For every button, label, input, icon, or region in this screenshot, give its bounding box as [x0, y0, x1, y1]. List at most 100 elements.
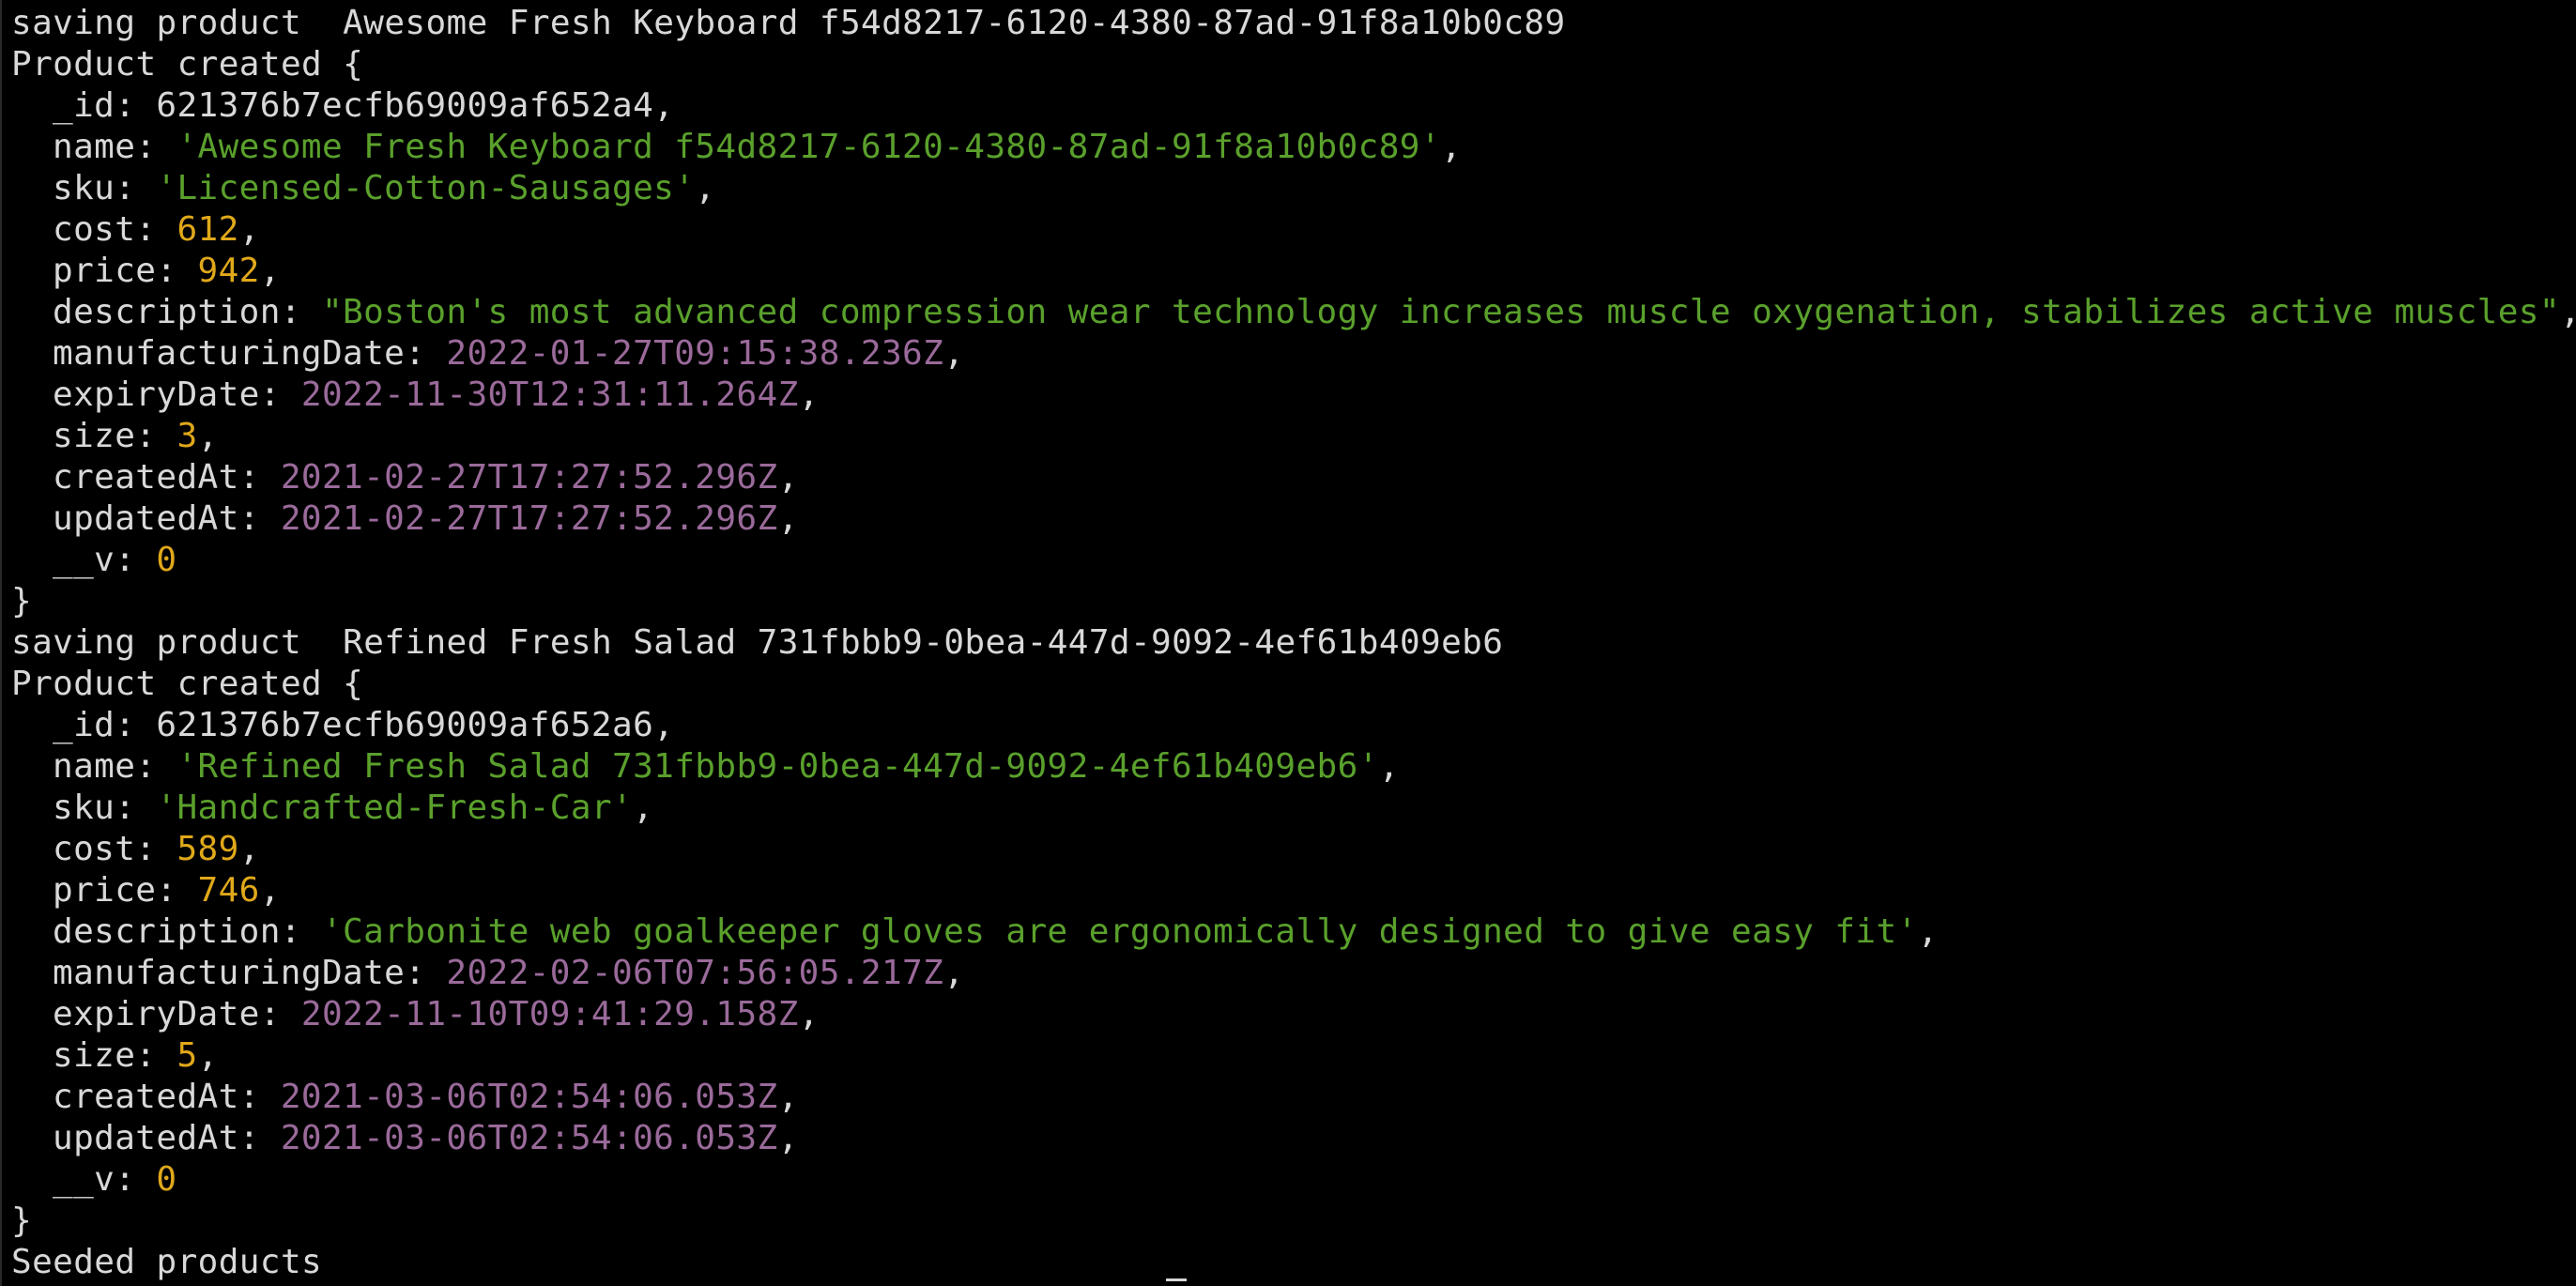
field-key: cost:	[53, 210, 177, 249]
field-value: 5	[176, 1036, 198, 1075]
terminal-line: cost: 589,	[11, 829, 2576, 870]
field-value: "Boston's most advanced compression wear…	[321, 293, 2560, 331]
terminal-line: }	[11, 1201, 2576, 1242]
terminal-line: _id: 621376b7ecfb69009af652a4,	[11, 85, 2576, 127]
field-suffix: ,	[798, 375, 820, 414]
field-value: 2021-03-06T02:54:06.053Z	[280, 1078, 778, 1116]
field-suffix: ,	[238, 830, 260, 868]
field-suffix: ,	[777, 1078, 799, 1116]
field-key: manufacturingDate:	[53, 334, 447, 373]
field-key: expiryDate:	[53, 995, 301, 1033]
field-suffix: ,	[259, 252, 281, 290]
line-text: }	[11, 582, 33, 620]
terminal-line: manufacturingDate: 2022-02-06T07:56:05.2…	[11, 953, 2576, 994]
field-value: 589	[176, 830, 239, 868]
terminal-line: saving product Refined Fresh Salad 731fb…	[11, 622, 2576, 664]
terminal-line: Product created {	[11, 44, 2576, 85]
field-key: price:	[53, 871, 198, 910]
field-value: 'Handcrafted-Fresh-Car'	[156, 788, 634, 827]
field-key: __v:	[53, 541, 157, 579]
terminal-line: sku: 'Licensed-Cotton-Sausages',	[11, 168, 2576, 209]
field-value: 621376b7ecfb69009af652a6	[156, 706, 654, 744]
field-value: 2021-03-06T02:54:06.053Z	[280, 1119, 778, 1157]
field-value: 612	[176, 210, 239, 249]
field-key: updatedAt:	[53, 499, 281, 538]
field-key: name:	[53, 128, 177, 166]
terminal-line: Seeded products	[11, 1242, 2576, 1283]
field-suffix: ,	[943, 954, 965, 992]
terminal-line: expiryDate: 2022-11-10T09:41:29.158Z,	[11, 994, 2576, 1035]
field-key: sku:	[53, 169, 157, 207]
field-key: expiryDate:	[53, 375, 301, 414]
field-value: 0	[156, 541, 177, 579]
terminal-line: cost: 612,	[11, 209, 2576, 251]
field-suffix: ,	[1440, 128, 1463, 166]
terminal-line: name: 'Awesome Fresh Keyboard f54d8217-6…	[11, 127, 2576, 168]
field-suffix: ,	[653, 706, 675, 744]
field-value: 0	[156, 1160, 177, 1199]
terminal-line: }	[11, 581, 2576, 622]
field-suffix: ,	[197, 417, 219, 455]
field-value: 746	[197, 871, 260, 910]
field-key: createdAt:	[53, 458, 281, 497]
terminal-output: saving product Awesome Fresh Keyboard f5…	[11, 3, 2576, 1283]
field-key: sku:	[53, 788, 157, 827]
field-suffix: ,	[197, 1036, 219, 1075]
field-suffix: ,	[238, 210, 260, 249]
field-value: 'Awesome Fresh Keyboard f54d8217-6120-43…	[176, 128, 1441, 166]
field-key: manufacturingDate:	[53, 954, 447, 992]
field-key: description:	[53, 912, 322, 951]
field-suffix: ,	[633, 788, 654, 827]
field-suffix: ,	[777, 458, 799, 497]
field-key: cost:	[53, 830, 177, 868]
field-suffix: ,	[777, 499, 799, 538]
terminal-line: price: 746,	[11, 870, 2576, 911]
line-text: saving product Awesome Fresh Keyboard f5…	[11, 4, 1566, 42]
line-text: Product created {	[11, 45, 364, 84]
field-value: 'Carbonite web goalkeeper gloves are erg…	[321, 912, 1918, 951]
field-key: name:	[53, 747, 177, 786]
line-text: Seeded products	[11, 1243, 323, 1281]
terminal-line: size: 3,	[11, 416, 2576, 457]
terminal-line: _id: 621376b7ecfb69009af652a6,	[11, 705, 2576, 746]
terminal-line: sku: 'Handcrafted-Fresh-Car',	[11, 788, 2576, 829]
terminal-line: updatedAt: 2021-02-27T17:27:52.296Z,	[11, 498, 2576, 540]
terminal-line: createdAt: 2021-03-06T02:54:06.053Z,	[11, 1077, 2576, 1118]
terminal-line: expiryDate: 2022-11-30T12:31:11.264Z,	[11, 375, 2576, 416]
field-suffix: ,	[653, 86, 675, 125]
field-suffix: ,	[2560, 293, 2576, 331]
terminal-line: manufacturingDate: 2022-01-27T09:15:38.2…	[11, 333, 2576, 375]
field-suffix: ,	[798, 995, 820, 1033]
terminal-line: createdAt: 2021-02-27T17:27:52.296Z,	[11, 457, 2576, 498]
terminal-cursor	[1166, 1278, 1187, 1281]
field-key: price:	[53, 252, 198, 290]
field-value: 3	[176, 417, 198, 455]
terminal-line: name: 'Refined Fresh Salad 731fbbb9-0bea…	[11, 746, 2576, 788]
terminal-line: description: 'Carbonite web goalkeeper g…	[11, 911, 2576, 953]
field-key: __v:	[53, 1160, 157, 1199]
terminal-line: description: "Boston's most advanced com…	[11, 292, 2576, 333]
field-key: _id:	[53, 86, 157, 125]
field-suffix: ,	[943, 334, 965, 373]
terminal-line: updatedAt: 2021-03-06T02:54:06.053Z,	[11, 1118, 2576, 1159]
field-suffix: ,	[777, 1119, 799, 1157]
terminal-line: Product created {	[11, 664, 2576, 705]
terminal-line: __v: 0	[11, 540, 2576, 581]
terminal-line: saving product Awesome Fresh Keyboard f5…	[11, 3, 2576, 44]
field-value: 2022-02-06T07:56:05.217Z	[446, 954, 944, 992]
field-suffix: ,	[1917, 912, 1939, 951]
field-value: 'Refined Fresh Salad 731fbbb9-0bea-447d-…	[176, 747, 1379, 786]
terminal-window[interactable]: saving product Awesome Fresh Keyboard f5…	[0, 0, 2576, 1286]
field-value: 2022-01-27T09:15:38.236Z	[446, 334, 944, 373]
line-text: }	[11, 1202, 33, 1240]
field-key: updatedAt:	[53, 1119, 281, 1157]
field-value: 2021-02-27T17:27:52.296Z	[280, 458, 778, 497]
field-value: 621376b7ecfb69009af652a4	[156, 86, 654, 125]
field-key: createdAt:	[53, 1078, 281, 1116]
terminal-line: price: 942,	[11, 251, 2576, 292]
field-suffix: ,	[1378, 747, 1400, 786]
terminal-line: __v: 0	[11, 1159, 2576, 1201]
field-value: 2021-02-27T17:27:52.296Z	[280, 499, 778, 538]
field-value: 2022-11-10T09:41:29.158Z	[300, 995, 799, 1033]
field-key: _id:	[53, 706, 157, 744]
